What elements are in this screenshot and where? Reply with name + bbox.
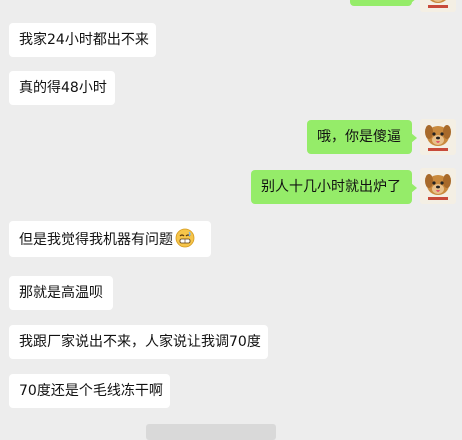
message-text: 别人十几小时就出炉了 [261,179,401,195]
message-bubble-outgoing[interactable]: 哦，你是傻逼 [307,120,417,154]
message-text: 那就是高温呗 [19,285,103,301]
dog-avatar-icon [420,168,456,204]
message-bubble-incoming[interactable]: 但是我觉得我机器有问题 [9,221,211,257]
chat-message-list[interactable]: 我家24小时都出不来 真的得48小时 哦，你是傻逼 别人十几小时就出炉了 但是我… [0,0,462,440]
message-bubble-incoming[interactable]: 我家24小时都出不来 [9,23,156,57]
message-text: 我家24小时都出不来 [19,32,149,48]
message-text: 我跟厂家说出不来，人家说让我调70度 [19,334,261,350]
message-text: 70度还是个毛线冻干啊 [19,383,163,399]
message-bubble-outgoing[interactable]: 别人十几小时就出炉了 [251,170,417,204]
message-text: 真的得48小时 [19,80,107,96]
timestamp-label [146,424,276,440]
message-text: 但是我觉得我机器有问题 [19,232,173,248]
dog-avatar-icon [420,0,456,12]
message-bubble-outgoing[interactable] [350,0,417,6]
message-bubble-incoming[interactable]: 70度还是个毛线冻干啊 [9,374,170,408]
message-bubble-incoming[interactable]: 我跟厂家说出不来，人家说让我调70度 [9,325,268,359]
avatar[interactable] [420,168,456,204]
grimace-emoji-icon [175,228,195,248]
avatar[interactable] [420,0,456,12]
message-text: 哦，你是傻逼 [317,129,401,145]
dog-avatar-icon [420,119,456,155]
message-bubble-incoming[interactable]: 那就是高温呗 [9,276,113,310]
message-bubble-incoming[interactable]: 真的得48小时 [9,71,115,105]
avatar[interactable] [420,119,456,155]
